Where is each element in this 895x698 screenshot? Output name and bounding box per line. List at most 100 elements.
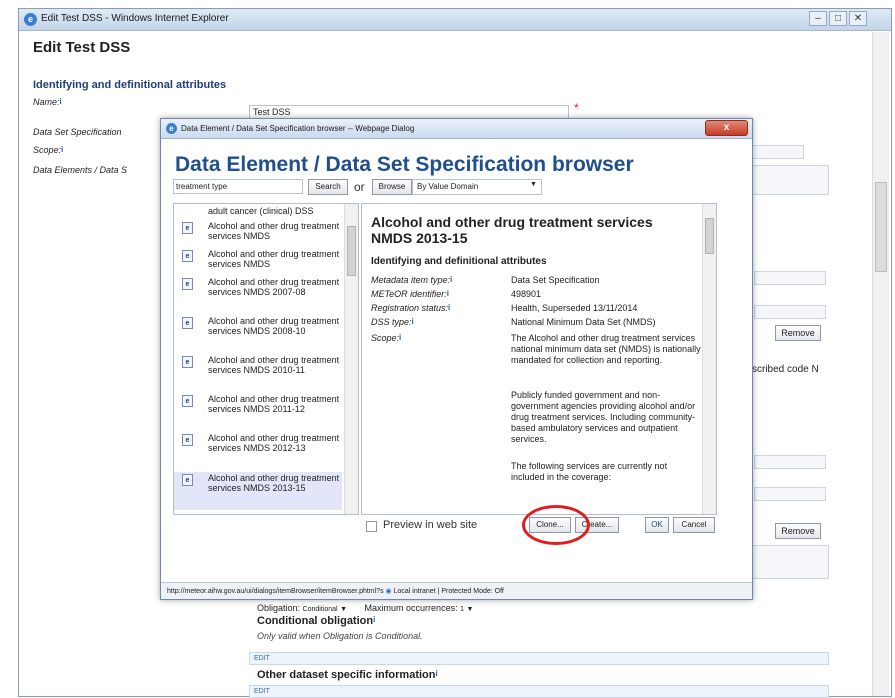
info-icon[interactable]: i bbox=[447, 289, 449, 298]
outer-field[interactable] bbox=[754, 271, 826, 285]
results-scrollbar[interactable] bbox=[344, 204, 358, 514]
page-title: Edit Test DSS bbox=[33, 39, 131, 56]
ok-button[interactable]: OK bbox=[645, 517, 669, 533]
dss-label: Data Set Specification bbox=[33, 127, 122, 137]
detail-value: Data Set Specification bbox=[511, 275, 600, 285]
info-icon[interactable]: i bbox=[399, 333, 401, 342]
other-heading: Other dataset specific informationi bbox=[257, 669, 438, 681]
detail-label: Scope:i bbox=[371, 333, 402, 343]
edit-link[interactable]: EDIT bbox=[249, 652, 829, 665]
chevron-down-icon: ▼ bbox=[530, 181, 537, 188]
name-label: Name:i bbox=[33, 97, 62, 107]
search-input[interactable]: treatment type bbox=[173, 179, 303, 194]
list-item[interactable]: adult cancer (clinical) DSS bbox=[174, 204, 342, 218]
highlight-circle bbox=[522, 505, 590, 545]
edit-link[interactable]: EDIT bbox=[249, 685, 829, 698]
scrollbar-thumb[interactable] bbox=[705, 218, 714, 254]
detail-section-heading: Identifying and definitional attributes bbox=[371, 256, 547, 267]
max-occurrences-select[interactable]: 1 bbox=[460, 606, 464, 613]
scope-paragraph-3: The following services are currently not… bbox=[511, 461, 668, 482]
scrollbar-thumb[interactable] bbox=[347, 226, 356, 276]
outer-field[interactable] bbox=[754, 455, 826, 469]
info-icon[interactable]: i bbox=[373, 615, 375, 624]
dss-document-icon: e bbox=[182, 222, 193, 234]
detail-value: 498901 bbox=[511, 289, 542, 299]
info-icon[interactable]: i bbox=[412, 317, 414, 326]
detail-value: National Minimum Data Set (NMDS) bbox=[511, 317, 656, 327]
dss-document-icon: e bbox=[182, 434, 193, 446]
browser-dialog: e Data Element / Data Set Specification … bbox=[160, 118, 753, 600]
detail-label: METeOR identifier:i bbox=[371, 289, 449, 299]
list-item[interactable]: e Alcohol and other drug treatment servi… bbox=[174, 315, 342, 351]
status-url: http://meteor.aihw.gov.au/ui/dialogs/ite… bbox=[167, 588, 384, 595]
preview-label: Preview in web site bbox=[383, 519, 478, 531]
dialog-title: Data Element / Data Set Specification br… bbox=[181, 124, 415, 133]
dss-document-icon: e bbox=[182, 278, 193, 290]
scope-label: Scope:i bbox=[33, 145, 64, 155]
info-icon[interactable]: i bbox=[60, 97, 62, 106]
dss-document-icon: e bbox=[182, 317, 193, 329]
maximize-button[interactable]: □ bbox=[829, 11, 847, 26]
required-marker: * bbox=[574, 101, 579, 115]
window-title: Edit Test DSS - Windows Internet Explore… bbox=[41, 13, 229, 24]
close-window-button[interactable]: ✕ bbox=[849, 11, 867, 26]
detail-value: Health, Superseded 13/11/2014 bbox=[511, 303, 638, 313]
scrollbar-thumb[interactable] bbox=[875, 182, 887, 272]
list-item-label: Alcohol and other drug treatment service… bbox=[208, 221, 340, 241]
dss-document-icon: e bbox=[182, 474, 193, 486]
info-icon[interactable]: i bbox=[435, 669, 437, 678]
described-code-text: scribed code N bbox=[752, 364, 819, 375]
dialog-close-button[interactable]: x bbox=[705, 120, 748, 136]
conditional-note: Only valid when Obligation is Conditiona… bbox=[257, 631, 423, 641]
info-icon[interactable]: i bbox=[61, 145, 63, 154]
list-item-label: Alcohol and other drug treatment service… bbox=[208, 394, 340, 414]
name-input[interactable]: Test DSS bbox=[249, 105, 569, 119]
status-zone: Local intranet | Protected Mode: Off bbox=[393, 588, 504, 595]
list-item[interactable]: e Alcohol and other drug treatment servi… bbox=[174, 393, 342, 429]
detail-scrollbar[interactable] bbox=[702, 204, 716, 514]
info-icon[interactable]: i bbox=[448, 303, 450, 312]
cancel-button[interactable]: Cancel bbox=[673, 517, 715, 533]
list-item[interactable]: e Alcohol and other drug treatment servi… bbox=[174, 248, 342, 274]
dss-document-icon: e bbox=[182, 395, 193, 407]
list-item[interactable]: e Alcohol and other drug treatment servi… bbox=[174, 354, 342, 390]
remove-button[interactable]: Remove bbox=[775, 325, 821, 341]
list-item[interactable]: e Alcohol and other drug treatment servi… bbox=[174, 276, 342, 312]
dialog-titlebar: e Data Element / Data Set Specification … bbox=[161, 119, 752, 139]
detail-title: Alcohol and other drug treatment service… bbox=[371, 214, 653, 246]
list-item[interactable]: e Alcohol and other drug treatment servi… bbox=[174, 220, 342, 246]
obligation-select[interactable]: Conditional bbox=[303, 606, 338, 613]
list-item-label: Alcohol and other drug treatment service… bbox=[208, 433, 340, 453]
detail-label: DSS type:i bbox=[371, 317, 414, 327]
list-item-label: Alcohol and other drug treatment service… bbox=[208, 277, 340, 297]
data-elements-label: Data Elements / Data S bbox=[33, 165, 128, 175]
outer-field[interactable] bbox=[754, 305, 826, 319]
list-item[interactable]: e Alcohol and other drug treatment servi… bbox=[174, 432, 342, 468]
ie-logo-icon: e bbox=[166, 123, 177, 134]
or-label: or bbox=[354, 180, 365, 194]
browse-by-select[interactable]: By Value Domain bbox=[412, 179, 542, 195]
preview-checkbox[interactable] bbox=[366, 521, 377, 532]
info-icon[interactable]: i bbox=[450, 275, 452, 284]
list-item-label: adult cancer (clinical) DSS bbox=[208, 206, 314, 216]
dss-document-icon: e bbox=[182, 356, 193, 368]
scope-paragraph-1: The Alcohol and other drug treatment ser… bbox=[511, 333, 701, 365]
browse-button[interactable]: Browse bbox=[372, 179, 412, 195]
browser-heading: Data Element / Data Set Specification br… bbox=[175, 153, 634, 176]
results-list[interactable]: adult cancer (clinical) DSS e Alcohol an… bbox=[173, 203, 359, 515]
search-button[interactable]: Search bbox=[308, 179, 348, 195]
remove-button[interactable]: Remove bbox=[775, 523, 821, 539]
minimize-button[interactable]: – bbox=[809, 11, 827, 26]
section-heading: Identifying and definitional attributes bbox=[33, 79, 227, 91]
outer-field[interactable] bbox=[754, 487, 826, 501]
list-item-selected[interactable]: e Alcohol and other drug treatment servi… bbox=[174, 472, 342, 510]
globe-icon: ◉ bbox=[385, 588, 392, 595]
obligation-row: Obligation: Conditional ▼ Maximum occurr… bbox=[257, 603, 474, 613]
conditional-heading: Conditional obligationi bbox=[257, 615, 376, 627]
ie-logo-icon: e bbox=[24, 13, 37, 26]
page-scrollbar[interactable] bbox=[872, 32, 889, 696]
detail-label: Metadata item type:i bbox=[371, 275, 453, 285]
detail-pane: Alcohol and other drug treatment service… bbox=[361, 203, 717, 515]
dss-document-icon: e bbox=[182, 250, 193, 262]
list-item-label: Alcohol and other drug treatment service… bbox=[208, 473, 340, 493]
